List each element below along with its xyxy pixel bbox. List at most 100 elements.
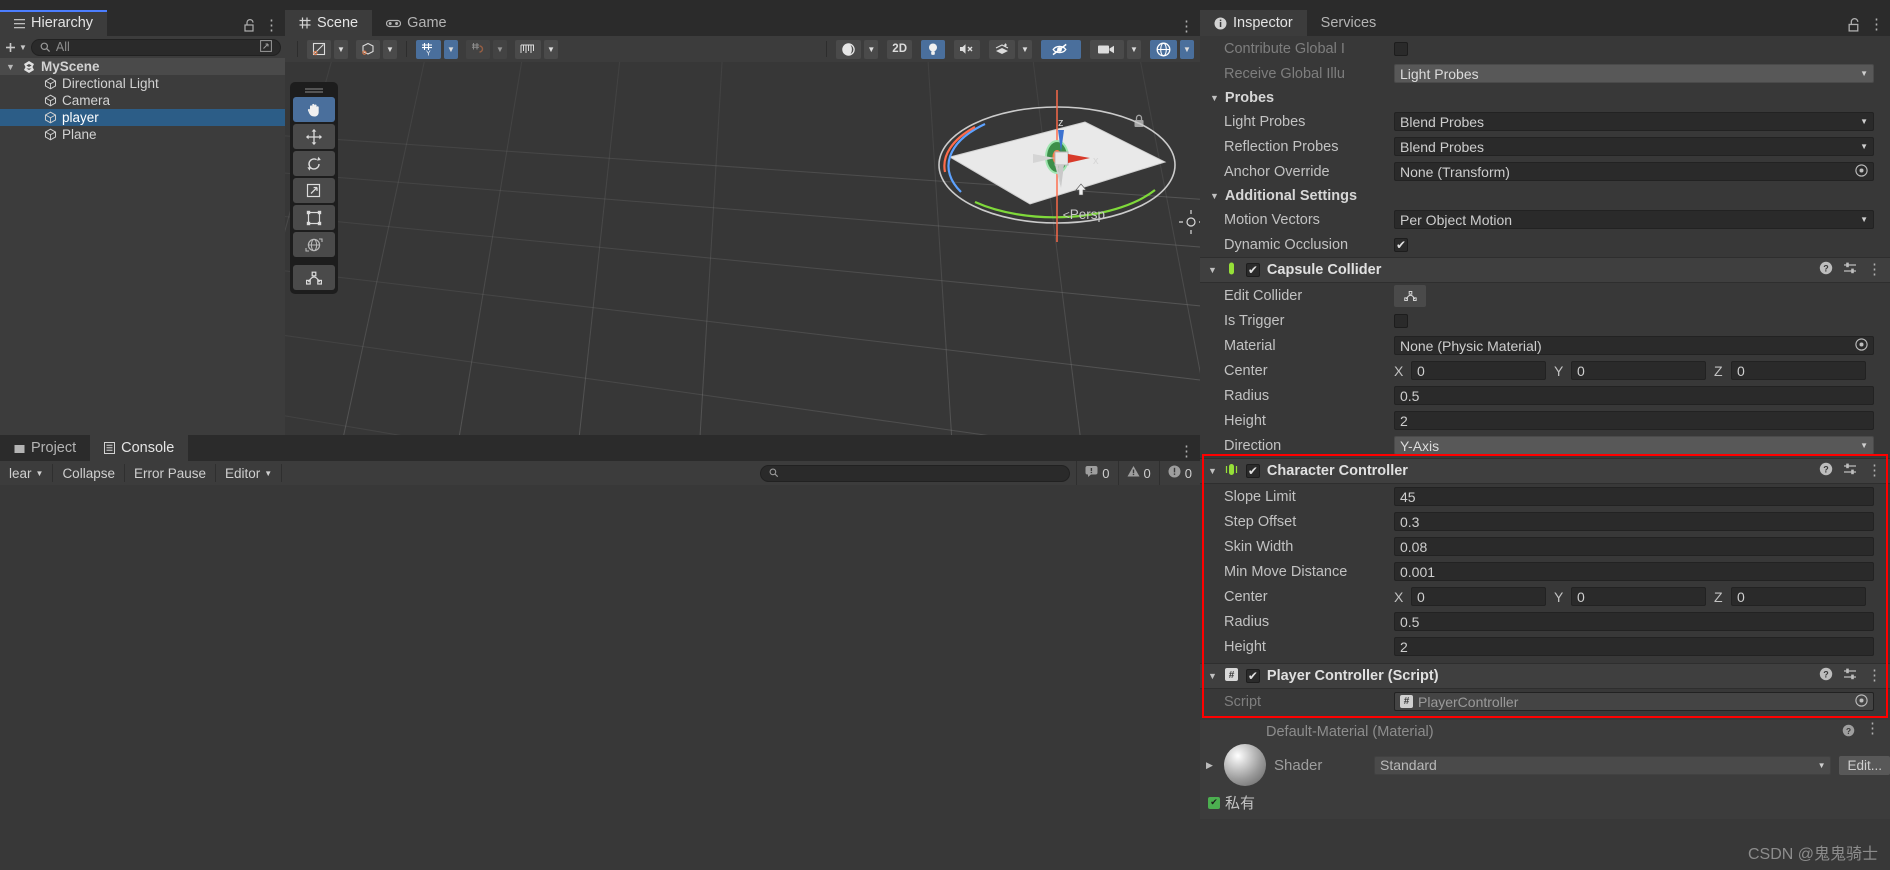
dropdown-field[interactable]: Light Probes ▼: [1394, 64, 1874, 83]
editor-dropdown[interactable]: Editor ▼: [216, 464, 283, 482]
twisty-icon[interactable]: ▼: [1208, 466, 1217, 476]
vector-z-input[interactable]: 0: [1731, 361, 1866, 380]
toggle-2d-button[interactable]: 2D: [887, 39, 912, 59]
value-field[interactable]: 0.001: [1394, 562, 1874, 581]
vector-x-input[interactable]: 0: [1411, 587, 1546, 606]
gizmos-toggle-button[interactable]: [1150, 39, 1177, 59]
edit-collider-button[interactable]: [1394, 284, 1426, 307]
vector-x-input[interactable]: 0: [1411, 361, 1546, 380]
script-field[interactable]: # PlayerController: [1394, 692, 1874, 711]
checkbox[interactable]: ✔: [1394, 237, 1408, 252]
shader-dropdown[interactable]: Standard ▼: [1374, 755, 1832, 775]
tab-project[interactable]: Project: [0, 435, 90, 461]
hierarchy-menu-icon[interactable]: ⋮: [264, 18, 279, 33]
vector-y-input[interactable]: 0: [1571, 361, 1706, 380]
tab-services[interactable]: Services: [1307, 10, 1391, 36]
tab-scene[interactable]: Scene: [285, 10, 373, 36]
hierarchy-item-player[interactable]: player: [0, 109, 285, 126]
increment-snap-arrow[interactable]: ▼: [544, 39, 558, 59]
transform-tool[interactable]: [293, 232, 335, 257]
grid-snapping-toggle[interactable]: [466, 39, 490, 59]
gizmos-arrow[interactable]: ▼: [1180, 39, 1194, 59]
scene-viewport[interactable]: z x <Persp: [285, 62, 1200, 461]
camera-settings-arrow[interactable]: ▼: [1127, 39, 1141, 59]
twisty-icon[interactable]: ▼: [1210, 191, 1219, 201]
log-count[interactable]: 0: [1076, 461, 1117, 485]
draw-mode-arrow[interactable]: ▼: [334, 39, 348, 59]
checkbox[interactable]: [1394, 41, 1408, 56]
view-mode-dropdown[interactable]: [356, 39, 380, 59]
hand-tool[interactable]: [293, 97, 335, 122]
dropdown-field[interactable]: Blend Probes ▼: [1394, 137, 1874, 156]
scale-tool[interactable]: [293, 178, 335, 203]
twisty-icon[interactable]: ▼: [6, 62, 17, 72]
toggle-hidden-button[interactable]: [1041, 39, 1081, 59]
dropdown-field[interactable]: Y-Axis ▼: [1394, 436, 1874, 455]
hierarchy-create-button[interactable]: ▼: [4, 41, 27, 54]
component-enabled-checkbox[interactable]: ✔: [1245, 263, 1260, 277]
twisty-icon[interactable]: ▼: [1208, 671, 1217, 681]
component-menu-icon[interactable]: ⋮: [1867, 463, 1882, 478]
gizmo-lock-icon[interactable]: [1133, 114, 1145, 132]
console-menu-icon[interactable]: ⋮: [1179, 444, 1194, 459]
move-tool[interactable]: [293, 124, 335, 149]
twisty-icon[interactable]: ▼: [1210, 93, 1219, 103]
tab-inspector[interactable]: Inspector: [1200, 10, 1307, 36]
vector-y-input[interactable]: 0: [1571, 587, 1706, 606]
tools-drag-handle[interactable]: [293, 86, 335, 95]
component-menu-icon[interactable]: ⋮: [1867, 668, 1882, 683]
value-field[interactable]: 0.5: [1394, 386, 1874, 405]
rect-tool[interactable]: [293, 205, 335, 230]
error-pause-toggle[interactable]: Error Pause: [125, 464, 216, 482]
object-field[interactable]: None (Physic Material): [1394, 336, 1874, 355]
console-log-list[interactable]: [0, 485, 1200, 870]
component-header[interactable]: ▼ ✔ Character Controller? ⋮: [1200, 458, 1890, 484]
effects-dropdown-button[interactable]: [989, 39, 1015, 59]
material-menu-icon[interactable]: ⋮: [1865, 721, 1880, 741]
dropdown-field[interactable]: Blend Probes ▼: [1394, 112, 1874, 131]
hierarchy-item-camera[interactable]: Camera: [0, 92, 285, 109]
scene-orientation-gizmo[interactable]: z x: [1015, 112, 1105, 202]
effects-arrow[interactable]: ▼: [1018, 39, 1032, 59]
collapse-toggle[interactable]: Collapse: [53, 464, 125, 482]
checkbox[interactable]: [1394, 313, 1408, 328]
error-count[interactable]: 0: [1158, 461, 1200, 485]
toggle-audio-button[interactable]: [954, 39, 980, 59]
lock-open-icon[interactable]: [1848, 18, 1860, 32]
vector-z-input[interactable]: 0: [1731, 587, 1866, 606]
tab-hierarchy[interactable]: Hierarchy: [0, 10, 108, 36]
grid-axis-toggle[interactable]: Y: [416, 39, 441, 59]
help-icon[interactable]: ?: [1819, 462, 1833, 480]
scene-fx-arrow[interactable]: ▼: [864, 39, 879, 59]
value-field[interactable]: 0.5: [1394, 612, 1874, 631]
lock-open-icon[interactable]: [244, 19, 255, 32]
tab-console[interactable]: Console: [90, 435, 189, 461]
clear-button[interactable]: lear ▼: [0, 464, 54, 482]
private-checkbox[interactable]: ✔: [1208, 796, 1220, 809]
warning-count[interactable]: 0: [1117, 461, 1159, 485]
shader-edit-button[interactable]: Edit...: [1839, 755, 1890, 775]
inspector-menu-icon[interactable]: ⋮: [1869, 17, 1884, 32]
toggle-lighting-button[interactable]: [921, 39, 945, 59]
material-header[interactable]: Default-Material (Material)? ⋮: [1200, 720, 1890, 744]
camera-settings-button[interactable]: [1090, 39, 1124, 59]
draw-mode-dropdown[interactable]: [307, 39, 331, 59]
object-picker-icon[interactable]: [1855, 163, 1868, 180]
scene-fx-dropdown[interactable]: [836, 39, 862, 59]
section-header[interactable]: ▼ Additional Settings: [1200, 184, 1890, 207]
value-field[interactable]: 45: [1394, 487, 1874, 506]
view-mode-arrow[interactable]: ▼: [383, 39, 397, 59]
hierarchy-item-myscene[interactable]: ▼ MyScene: [0, 58, 285, 75]
object-picker-icon[interactable]: [1855, 337, 1868, 354]
value-field[interactable]: 2: [1394, 637, 1874, 656]
dropdown-field[interactable]: Per Object Motion ▼: [1394, 210, 1874, 229]
object-picker-icon[interactable]: [1855, 693, 1868, 710]
component-menu-icon[interactable]: ⋮: [1867, 262, 1882, 277]
twisty-icon[interactable]: ▶: [1206, 760, 1216, 771]
section-header[interactable]: ▼ Probes: [1200, 86, 1890, 109]
rotate-tool[interactable]: [293, 151, 335, 176]
value-field[interactable]: 2: [1394, 411, 1874, 430]
component-header[interactable]: ▼ ✔ Capsule Collider? ⋮: [1200, 257, 1890, 283]
hierarchy-item-plane[interactable]: Plane: [0, 126, 285, 143]
component-enabled-checkbox[interactable]: ✔: [1245, 464, 1260, 478]
